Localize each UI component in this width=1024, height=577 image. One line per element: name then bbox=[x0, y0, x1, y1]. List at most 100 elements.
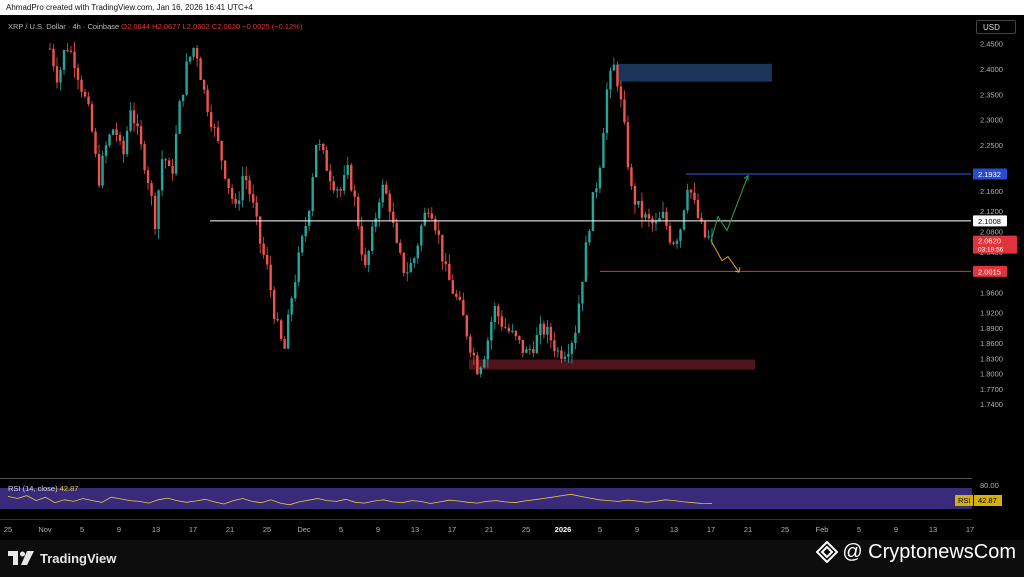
candle-body bbox=[528, 348, 532, 350]
candle-body bbox=[59, 69, 62, 83]
time-tick-label: 2026 bbox=[555, 525, 572, 534]
time-tick-label: 9 bbox=[635, 525, 639, 534]
candle-body bbox=[325, 149, 328, 171]
candle-body bbox=[378, 202, 381, 219]
candle-body bbox=[108, 134, 111, 146]
candle-body bbox=[616, 64, 619, 87]
candle-body bbox=[185, 61, 188, 95]
candle-body bbox=[199, 58, 202, 80]
candle-body bbox=[230, 188, 234, 199]
candle-body bbox=[104, 145, 108, 156]
candle-body bbox=[469, 336, 472, 353]
candle-body bbox=[570, 342, 574, 354]
candle-body bbox=[367, 251, 370, 266]
candle-body bbox=[399, 242, 402, 253]
candle-body bbox=[458, 296, 462, 300]
candle-body bbox=[665, 211, 668, 226]
candle-body bbox=[332, 181, 335, 191]
candle-body bbox=[437, 230, 440, 235]
candle-body bbox=[623, 99, 626, 123]
candle-body bbox=[311, 177, 314, 211]
candle-body bbox=[181, 94, 185, 102]
candle-body bbox=[136, 123, 139, 127]
time-tick-label: Dec bbox=[297, 525, 311, 534]
candle-body bbox=[62, 50, 66, 70]
candle-body bbox=[455, 293, 458, 297]
candle-body bbox=[451, 280, 455, 294]
price-tick-label: 1.7400 bbox=[980, 400, 1003, 409]
candle-body bbox=[402, 252, 405, 274]
candle-body bbox=[132, 110, 136, 124]
candle-body bbox=[83, 91, 87, 97]
candle-body bbox=[507, 327, 511, 332]
candle-body bbox=[679, 229, 682, 241]
candle-body bbox=[55, 66, 59, 83]
candle-body bbox=[465, 315, 469, 337]
candle-body bbox=[542, 323, 546, 335]
price-tick-label: 1.8600 bbox=[980, 339, 1003, 348]
candle-body bbox=[668, 225, 672, 243]
time-tick-label: 13 bbox=[152, 525, 160, 534]
time-tick-label: 9 bbox=[894, 525, 898, 534]
candle-body bbox=[66, 50, 69, 52]
candle-body bbox=[472, 352, 476, 356]
candle-body bbox=[52, 48, 55, 67]
candle-body bbox=[371, 226, 374, 252]
time-tick-label: Feb bbox=[816, 525, 829, 534]
candle-body bbox=[609, 70, 612, 90]
candle-body bbox=[329, 170, 332, 182]
time-tick-label: 5 bbox=[80, 525, 84, 534]
candle-body bbox=[178, 101, 181, 134]
time-tick-label: 5 bbox=[339, 525, 343, 534]
candle-body bbox=[602, 133, 605, 168]
watermark-text: @ CryptonewsCom bbox=[842, 540, 1016, 563]
candle-body bbox=[143, 144, 146, 171]
candle-body bbox=[626, 122, 630, 168]
candle-body bbox=[195, 48, 199, 59]
candles bbox=[48, 42, 714, 378]
candle-body bbox=[73, 51, 76, 68]
rsi-badge: RSI bbox=[958, 496, 971, 505]
candle-body bbox=[532, 348, 535, 354]
candle-body bbox=[265, 254, 269, 265]
candle-body bbox=[360, 226, 363, 255]
candle-body bbox=[546, 326, 549, 335]
candle-body bbox=[353, 190, 356, 197]
candle-body bbox=[118, 134, 122, 141]
time-tick-label: 9 bbox=[376, 525, 380, 534]
price-levels bbox=[210, 173, 971, 272]
zones bbox=[469, 63, 772, 370]
time-tick-label: 13 bbox=[929, 525, 937, 534]
candle-body bbox=[511, 330, 514, 332]
candle-body bbox=[206, 89, 209, 113]
candle-body bbox=[164, 159, 167, 161]
candle-body bbox=[244, 176, 248, 181]
candle-body bbox=[423, 212, 426, 226]
candle-body bbox=[535, 334, 539, 354]
candle-body bbox=[556, 350, 560, 352]
candle-body bbox=[675, 240, 679, 244]
candle-body bbox=[115, 129, 118, 135]
time-tick-label: Nov bbox=[38, 525, 52, 534]
time-tick-label: 25 bbox=[781, 525, 789, 534]
price-tick-label: 1.9200 bbox=[980, 309, 1003, 318]
time-axis: 25 Nov 5 9 13 17 21 25 Dec 5 9 13 17 21 25 2026 5 9 13 17 21… bbox=[0, 519, 974, 534]
candle-body bbox=[69, 50, 73, 52]
candle-body bbox=[549, 326, 553, 341]
price-tick-label: 2.0800 bbox=[980, 227, 1003, 236]
candle-body bbox=[521, 340, 525, 353]
attribution-text: AhmadPro created with TradingView.com, J… bbox=[6, 3, 253, 12]
candle-body bbox=[125, 130, 129, 155]
candle-body bbox=[157, 190, 160, 229]
candle-body bbox=[188, 56, 192, 62]
candle-body bbox=[209, 112, 213, 128]
resistance-zone bbox=[618, 63, 772, 82]
price-chart[interactable]: 2.45002.40002.35002.30002.25002.20002.16… bbox=[0, 15, 1024, 540]
time-tick-label: 13 bbox=[670, 525, 678, 534]
candle-body bbox=[167, 160, 171, 167]
candle-body bbox=[315, 144, 318, 178]
rsi-panel: RSI (14, close) 42.87 80.00 RSI 42.87 bbox=[0, 478, 1002, 509]
candle-body bbox=[374, 218, 377, 227]
candle-body bbox=[150, 183, 153, 196]
candle-body bbox=[612, 64, 616, 71]
